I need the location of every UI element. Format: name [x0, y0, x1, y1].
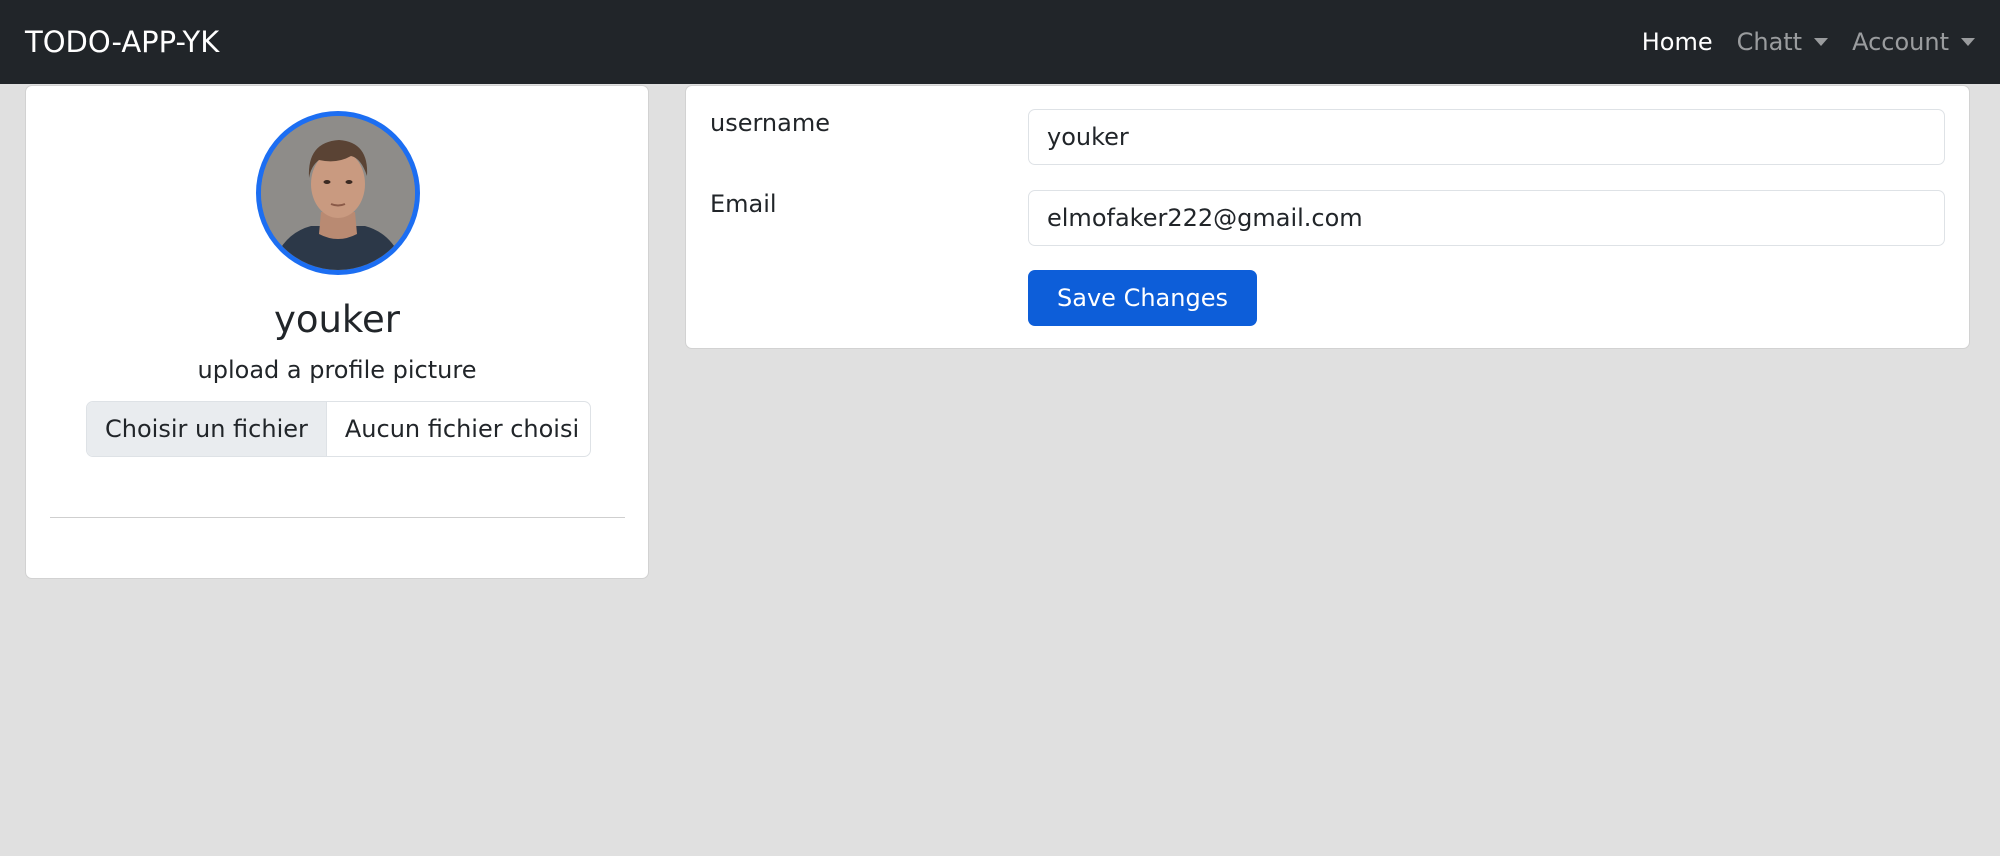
username-label: username — [710, 109, 830, 137]
file-status-text: Aucun fichier choisi — [344, 415, 580, 443]
nav-home[interactable]: Home — [1642, 28, 1713, 56]
caret-down-icon — [1961, 38, 1975, 46]
nav-chatt-label: Chatt — [1736, 28, 1803, 56]
email-input[interactable] — [1028, 190, 1945, 246]
profile-card: youker upload a profile picture Choisir … — [25, 85, 649, 579]
profile-photo-icon — [261, 116, 415, 270]
nav-account-dropdown[interactable]: Account — [1852, 28, 1975, 56]
brand-link[interactable]: TODO-APP-YK — [25, 25, 219, 59]
avatar — [256, 111, 420, 275]
nav-chatt-dropdown[interactable]: Chatt — [1737, 28, 1829, 56]
username-input[interactable] — [1028, 109, 1945, 165]
profile-username: youker — [273, 298, 401, 341]
account-form-card: username Email Save Changes — [685, 85, 1970, 349]
top-navbar: TODO-APP-YK Home Chatt Account — [0, 0, 2000, 84]
upload-label: upload a profile picture — [197, 356, 477, 384]
email-label: Email — [710, 190, 777, 218]
save-changes-button[interactable]: Save Changes — [1028, 270, 1257, 326]
caret-down-icon — [1814, 38, 1829, 46]
choose-file-button[interactable]: Choisir un fichier — [87, 402, 327, 456]
nav-menu: Home Chatt Account — [1618, 28, 1975, 56]
divider — [50, 517, 625, 518]
nav-account-label: Account — [1852, 28, 1949, 56]
profile-picture-file-input[interactable]: Choisir un fichier Aucun fichier choisi — [86, 401, 591, 457]
nav-home-label: Home — [1641, 28, 1713, 56]
